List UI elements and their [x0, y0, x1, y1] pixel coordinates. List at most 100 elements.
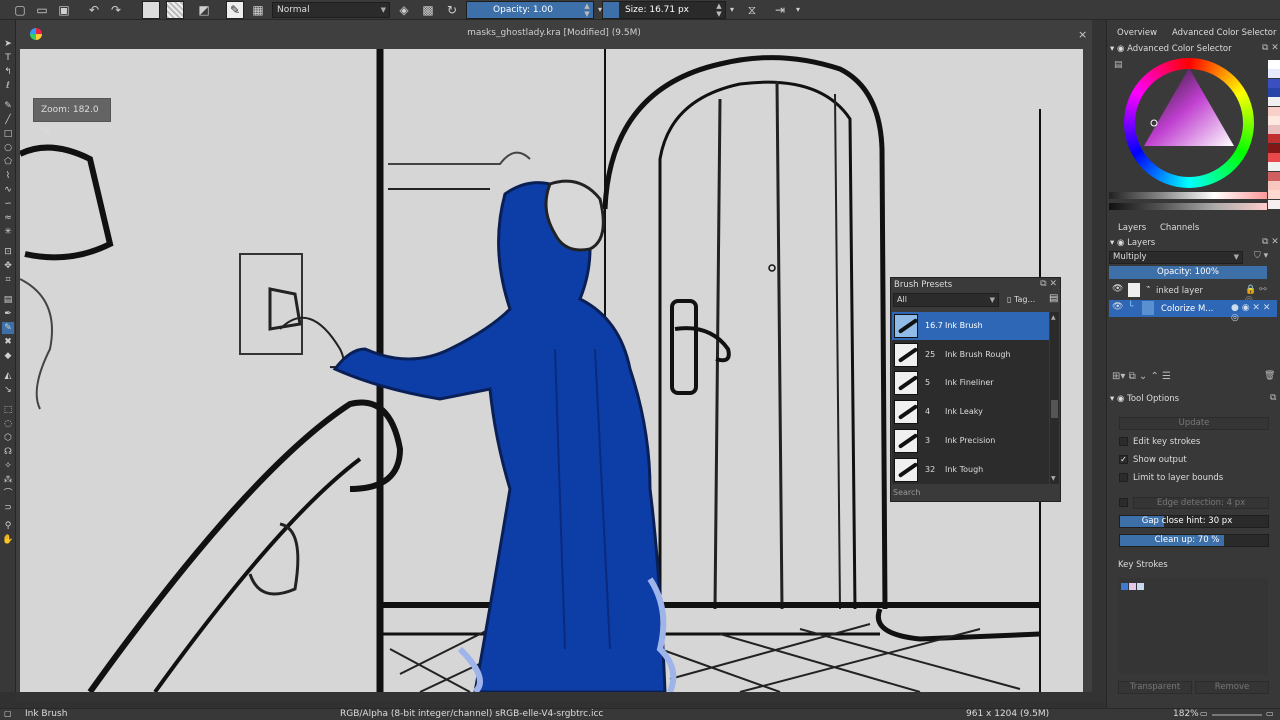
close-document-icon[interactable]: ×: [1078, 28, 1087, 41]
limit-layer-bounds-checkbox[interactable]: [1119, 473, 1128, 482]
preset-filter-select[interactable]: All ▼: [893, 293, 999, 307]
similar-select-tool-icon[interactable]: ⁂: [2, 474, 14, 486]
transparent-button[interactable]: Transparent: [1118, 681, 1192, 694]
visibility-icon[interactable]: 👁: [1112, 284, 1123, 294]
preset-item[interactable]: 4 Ink Leaky: [892, 398, 1049, 426]
mirror-horizontal-icon[interactable]: ⧖: [744, 2, 760, 18]
key-strokes-list[interactable]: [1118, 578, 1268, 674]
tag-button[interactable]: ▯ Tag...: [1007, 293, 1047, 307]
scroll-thumb[interactable]: [1051, 400, 1058, 418]
key-stroke-swatch[interactable]: [1121, 583, 1128, 590]
history-swatch[interactable]: [1268, 143, 1280, 153]
zoom-in-icon[interactable]: ▭: [1266, 709, 1274, 718]
pattern-swatch[interactable]: [166, 1, 184, 19]
edge-detection-slider[interactable]: Edge detection: 4 px: [1133, 497, 1269, 509]
history-swatch[interactable]: [1268, 180, 1280, 190]
gradient-tool-icon[interactable]: ▤: [2, 294, 14, 306]
mirror-menu-icon[interactable]: ▾: [790, 2, 806, 18]
dynamic-brush-tool-icon[interactable]: ≈: [2, 212, 14, 224]
preset-search-input[interactable]: Search: [893, 488, 920, 497]
layer-row-inked[interactable]: 👁 ⌁ inked layer 🔒 ⚯ ◎: [1109, 282, 1277, 305]
fill-tool-icon[interactable]: ◆: [2, 350, 14, 362]
gap-close-slider[interactable]: Gap close hint: 30 px: [1119, 515, 1269, 528]
pan-tool-icon[interactable]: ✋: [2, 534, 14, 546]
tab-channels[interactable]: Channels: [1160, 223, 1199, 233]
magnetic-select-tool-icon[interactable]: ⊃: [2, 502, 14, 514]
history-swatch[interactable]: [1268, 60, 1280, 69]
fg-bg-colors-icon[interactable]: ◩: [196, 2, 212, 18]
calligraphy-tool-icon[interactable]: ℓ: [2, 80, 14, 92]
polyline-tool-icon[interactable]: ⌇: [2, 170, 14, 182]
tab-layers[interactable]: Layers: [1118, 223, 1146, 233]
float-close-icons[interactable]: ⧉ ✕: [1040, 279, 1057, 289]
update-button[interactable]: Update: [1119, 417, 1269, 430]
measure-tool-icon[interactable]: ↘: [2, 384, 14, 396]
freehand-path-tool-icon[interactable]: ∽: [2, 198, 14, 210]
contiguous-select-tool-icon[interactable]: ✧: [2, 460, 14, 472]
workspaces-icon[interactable]: ▦: [250, 2, 266, 18]
color-triangle[interactable]: [1142, 66, 1236, 150]
view-mode-icon[interactable]: ▤: [1049, 293, 1058, 304]
color-history[interactable]: [1268, 60, 1280, 210]
open-document-icon[interactable]: ▭: [34, 2, 50, 18]
preset-scrollbar[interactable]: ▲ ▼: [1050, 312, 1059, 484]
assistant-tool-icon[interactable]: ◭: [2, 370, 14, 382]
ellipse-tool-icon[interactable]: ○: [2, 142, 14, 154]
preset-item[interactable]: 32 Ink Tough: [892, 456, 1049, 484]
gradient-swatch[interactable]: [142, 1, 160, 19]
history-swatch[interactable]: [1268, 97, 1280, 107]
history-swatch[interactable]: [1268, 125, 1280, 135]
tab-advanced-color-selector[interactable]: Advanced Color Selector: [1172, 28, 1277, 38]
edit-shapes-tool-icon[interactable]: ↰: [2, 66, 14, 78]
preset-item[interactable]: 5 Ink Fineliner: [892, 369, 1049, 397]
preset-item[interactable]: 25 Ink Brush Rough: [892, 341, 1049, 369]
zoom-slider[interactable]: [1212, 714, 1262, 716]
edit-key-strokes-checkbox[interactable]: [1119, 437, 1128, 446]
scroll-down-icon[interactable]: ▼: [1051, 475, 1056, 482]
float-icon[interactable]: ⧉: [1270, 393, 1276, 403]
zoom-tool-icon[interactable]: ⚲: [2, 520, 14, 532]
freehand-brush-tool-icon[interactable]: ✎: [2, 100, 14, 112]
blend-mode-select[interactable]: Normal ▼: [272, 2, 390, 18]
layer-row-colorize-mask[interactable]: 👁 └ Colorize M... ● ◉ ✕ ✕ ◎: [1109, 300, 1277, 323]
history-swatch[interactable]: [1268, 134, 1280, 144]
opacity-slider[interactable]: Opacity: 1.00 ▲ ▼: [466, 1, 594, 19]
layer-actions-icons[interactable]: ⊞▾ ⧉ ⌄ ⌃ ☰: [1112, 371, 1171, 382]
color-picker-tool-icon[interactable]: ✒: [2, 308, 14, 320]
history-swatch[interactable]: [1268, 115, 1280, 125]
filter-layers-icon[interactable]: ⛉ ▾: [1254, 251, 1268, 261]
crop-tool-icon[interactable]: ⌗: [2, 274, 14, 286]
key-stroke-swatch[interactable]: [1129, 583, 1136, 590]
polygon-tool-icon[interactable]: ⬠: [2, 156, 14, 168]
reload-preset-icon[interactable]: ↻: [444, 2, 460, 18]
clean-up-slider[interactable]: Clean up: 70 %: [1119, 534, 1269, 547]
float-close-icons[interactable]: ⧉ ✕: [1262, 43, 1279, 53]
history-swatch[interactable]: [1268, 78, 1280, 88]
zoom-out-icon[interactable]: ▭: [1200, 709, 1208, 718]
ellipse-select-tool-icon[interactable]: ◌: [2, 418, 14, 430]
key-stroke-swatch[interactable]: [1137, 583, 1144, 590]
horizontal-scrollbar[interactable]: [16, 692, 1106, 702]
value-slider[interactable]: [1109, 192, 1267, 199]
history-swatch[interactable]: [1268, 162, 1280, 172]
polygon-select-tool-icon[interactable]: ⬡: [2, 432, 14, 444]
eraser-icon[interactable]: ◈: [396, 2, 412, 18]
line-tool-icon[interactable]: ╱: [2, 114, 14, 126]
transform-tool-icon[interactable]: ⊡: [2, 246, 14, 258]
history-swatch[interactable]: [1268, 87, 1280, 97]
history-swatch[interactable]: [1268, 106, 1280, 116]
tab-overview[interactable]: Overview: [1117, 28, 1157, 38]
alpha-lock-icon[interactable]: ▩: [420, 2, 436, 18]
history-swatch[interactable]: [1268, 171, 1280, 181]
saturation-slider[interactable]: [1109, 203, 1267, 210]
save-icon[interactable]: ▣: [56, 2, 72, 18]
edge-detection-checkbox[interactable]: [1119, 498, 1128, 507]
colorize-mask-tool-icon[interactable]: ✎: [2, 322, 14, 334]
scroll-up-icon[interactable]: ▲: [1051, 314, 1056, 321]
layer-opacity-slider[interactable]: Opacity: 100%: [1109, 266, 1267, 279]
size-slider[interactable]: Size: 16.71 px ▲ ▼: [602, 1, 726, 19]
new-document-icon[interactable]: ▢: [12, 2, 28, 18]
brush-preset-button[interactable]: ✎: [226, 1, 244, 19]
bezier-select-tool-icon[interactable]: ⌒: [2, 488, 14, 500]
color-settings-icon[interactable]: ▤: [1114, 60, 1123, 70]
